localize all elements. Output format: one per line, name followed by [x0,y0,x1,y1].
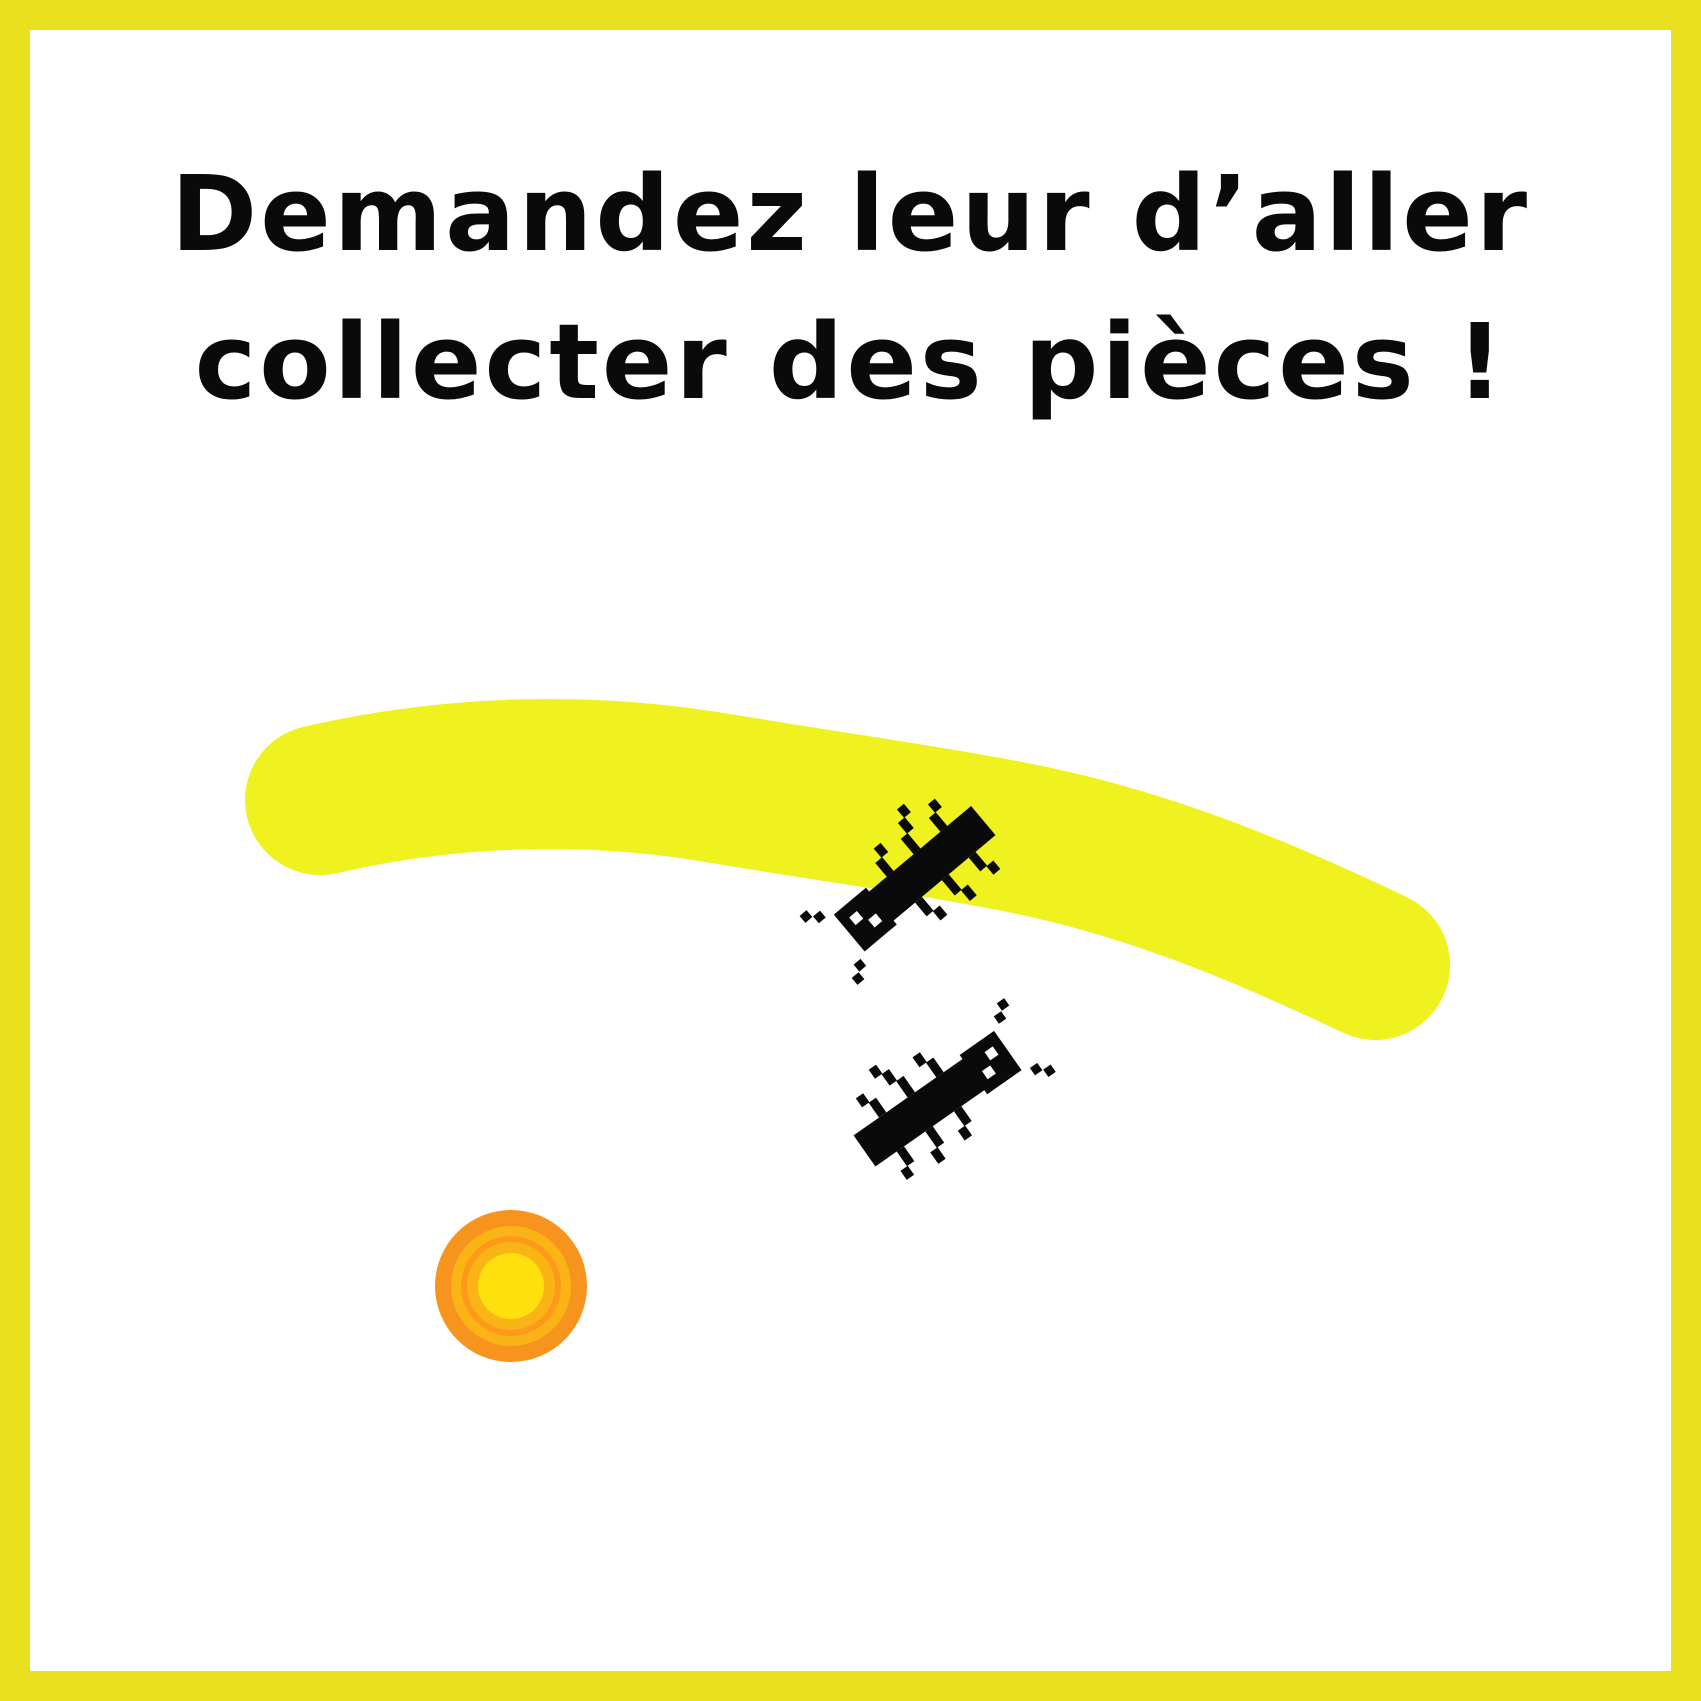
coin-icon[interactable] [435,1210,587,1362]
paint-trail [245,698,1450,1040]
ant-icon[interactable] [827,982,1061,1195]
game-scene[interactable]: Demandez leur d’aller collecter des pièc… [0,0,1701,1701]
game-canvas [245,698,1450,1362]
